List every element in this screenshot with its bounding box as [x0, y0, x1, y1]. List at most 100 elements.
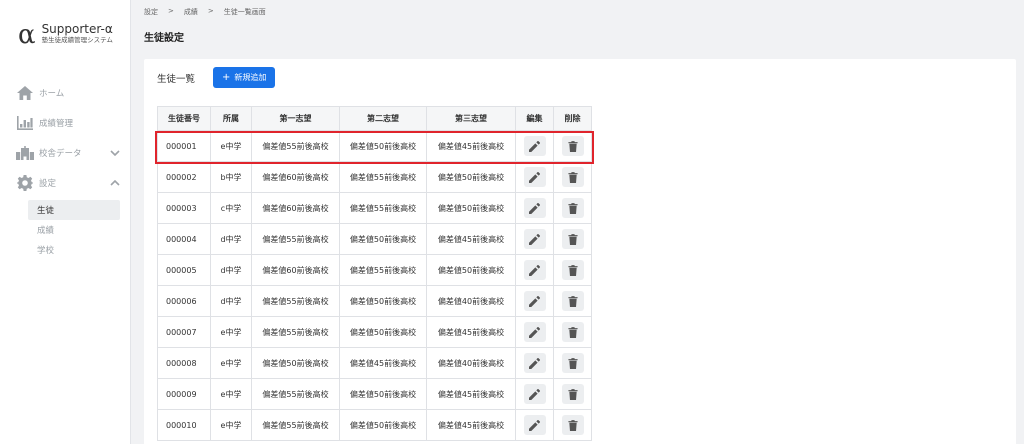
cell-delete: [553, 223, 592, 255]
cell-student-id: 000010: [157, 409, 211, 441]
cell-delete: [553, 254, 592, 286]
delete-button[interactable]: [561, 136, 584, 156]
submenu-item-grades[interactable]: 成績: [28, 220, 120, 240]
cell-edit: [515, 378, 554, 410]
sidebar-item-school-data[interactable]: 校舎データ: [0, 138, 131, 168]
delete-button[interactable]: [561, 384, 584, 404]
pencil-icon: [529, 419, 540, 431]
submenu-item-students[interactable]: 生徒: [28, 200, 120, 220]
cell-third-choice: 偏差値40前後高校: [426, 285, 516, 317]
sidebar-item-settings[interactable]: 設定: [0, 168, 131, 198]
submenu-item-schools[interactable]: 学校: [28, 240, 120, 260]
table-row[interactable]: 000005 d中学 偏差値60前後高校 偏差値55前後高校 偏差値50前後高校: [157, 254, 592, 286]
breadcrumb: 設定 > 成績 > 生徒一覧画面: [144, 7, 266, 17]
cell-edit: [515, 347, 554, 379]
cell-third-choice: 偏差値50前後高校: [426, 192, 516, 224]
pencil-icon: [529, 171, 540, 183]
delete-button[interactable]: [561, 291, 584, 311]
cell-second-choice: 偏差値55前後高校: [339, 254, 427, 286]
edit-button[interactable]: [523, 291, 546, 311]
breadcrumb-separator: >: [207, 7, 214, 15]
cell-second-choice: 偏差値50前後高校: [339, 316, 427, 348]
edit-button[interactable]: [523, 322, 546, 342]
plus-icon: +: [222, 72, 231, 83]
cell-school: d中学: [210, 223, 252, 255]
edit-button[interactable]: [523, 260, 546, 280]
cell-first-choice: 偏差値60前後高校: [251, 192, 340, 224]
chevron-down-icon[interactable]: [109, 150, 121, 156]
cell-delete: [553, 347, 592, 379]
pencil-icon: [529, 326, 540, 338]
breadcrumb-item[interactable]: 成績: [184, 7, 198, 17]
trash-icon: [567, 202, 578, 214]
brand-alpha-mark: α: [18, 20, 36, 50]
edit-button[interactable]: [523, 198, 546, 218]
cell-second-choice: 偏差値50前後高校: [339, 378, 427, 410]
cell-third-choice: 偏差値45前後高校: [426, 223, 516, 255]
delete-button[interactable]: [561, 260, 584, 280]
table-row[interactable]: 000008 e中学 偏差値50前後高校 偏差値45前後高校 偏差値40前後高校: [157, 347, 592, 379]
edit-button[interactable]: [523, 415, 546, 435]
table-row[interactable]: 000002 b中学 偏差値60前後高校 偏差値55前後高校 偏差値50前後高校: [157, 161, 592, 193]
delete-button[interactable]: [561, 229, 584, 249]
table-row[interactable]: 000007 e中学 偏差値55前後高校 偏差値50前後高校 偏差値45前後高校: [157, 316, 592, 348]
edit-button[interactable]: [523, 353, 546, 373]
sidebar-item-home[interactable]: ホーム: [0, 78, 131, 108]
cell-student-id: 000006: [157, 285, 211, 317]
cell-first-choice: 偏差値55前後高校: [251, 130, 340, 162]
sidebar-item-label: ホーム: [39, 89, 65, 99]
edit-button[interactable]: [523, 384, 546, 404]
table-header: 生徒番号 所属 第一志望 第二志望 第三志望 編集 削除: [157, 106, 592, 131]
cell-delete: [553, 316, 592, 348]
cell-first-choice: 偏差値55前後高校: [251, 223, 340, 255]
cell-third-choice: 偏差値50前後高校: [426, 161, 516, 193]
cell-edit: [515, 223, 554, 255]
cell-edit: [515, 254, 554, 286]
cell-first-choice: 偏差値55前後高校: [251, 285, 340, 317]
column-header: 第三志望: [426, 106, 516, 131]
sidebar: α Supporter-α 塾生徒成績管理システム ホーム 成績管理 校舎データ: [0, 0, 131, 444]
cell-first-choice: 偏差値60前後高校: [251, 254, 340, 286]
cell-student-id: 000005: [157, 254, 211, 286]
chevron-up-icon[interactable]: [109, 180, 121, 186]
delete-button[interactable]: [561, 198, 584, 218]
sidebar-item-grades[interactable]: 成績管理: [0, 108, 131, 138]
column-header: 第一志望: [251, 106, 340, 131]
trash-icon: [567, 388, 578, 400]
pencil-icon: [529, 295, 540, 307]
delete-button[interactable]: [561, 167, 584, 187]
delete-button[interactable]: [561, 353, 584, 373]
table-row[interactable]: 000009 e中学 偏差値55前後高校 偏差値50前後高校 偏差値45前後高校: [157, 378, 592, 410]
cell-second-choice: 偏差値50前後高校: [339, 285, 427, 317]
sidebar-item-label: 設定: [39, 179, 57, 189]
edit-button[interactable]: [523, 167, 546, 187]
cell-first-choice: 偏差値55前後高校: [251, 316, 340, 348]
cell-third-choice: 偏差値45前後高校: [426, 409, 516, 441]
pencil-icon: [529, 388, 540, 400]
cell-second-choice: 偏差値45前後高校: [339, 347, 427, 379]
brand-logo[interactable]: α Supporter-α 塾生徒成績管理システム: [18, 22, 113, 48]
table-row[interactable]: 000010 e中学 偏差値55前後高校 偏差値50前後高校 偏差値45前後高校: [157, 409, 592, 441]
trash-icon: [567, 357, 578, 369]
edit-button[interactable]: [523, 229, 546, 249]
cell-school: e中学: [210, 130, 252, 162]
cell-delete: [553, 161, 592, 193]
table-row[interactable]: 000003 c中学 偏差値60前後高校 偏差値55前後高校 偏差値50前後高校: [157, 192, 592, 224]
table-row[interactable]: 000001 e中学 偏差値55前後高校 偏差値50前後高校 偏差値45前後高校: [157, 130, 592, 162]
table-row[interactable]: 000006 d中学 偏差値55前後高校 偏差値50前後高校 偏差値40前後高校: [157, 285, 592, 317]
trash-icon: [567, 171, 578, 183]
column-header: 生徒番号: [157, 106, 211, 131]
cell-school: c中学: [210, 192, 252, 224]
delete-button[interactable]: [561, 322, 584, 342]
list-title: 生徒一覧: [157, 73, 196, 85]
edit-button[interactable]: [523, 136, 546, 156]
table-row[interactable]: 000004 d中学 偏差値55前後高校 偏差値50前後高校 偏差値45前後高校: [157, 223, 592, 255]
home-icon: [16, 84, 34, 102]
cell-third-choice: 偏差値45前後高校: [426, 378, 516, 410]
add-student-button[interactable]: + 新規追加: [213, 67, 276, 88]
breadcrumb-item[interactable]: 設定: [144, 7, 158, 17]
cell-first-choice: 偏差値60前後高校: [251, 161, 340, 193]
delete-button[interactable]: [561, 415, 584, 435]
card-header: 生徒一覧 + 新規追加: [157, 67, 276, 88]
cell-student-id: 000008: [157, 347, 211, 379]
